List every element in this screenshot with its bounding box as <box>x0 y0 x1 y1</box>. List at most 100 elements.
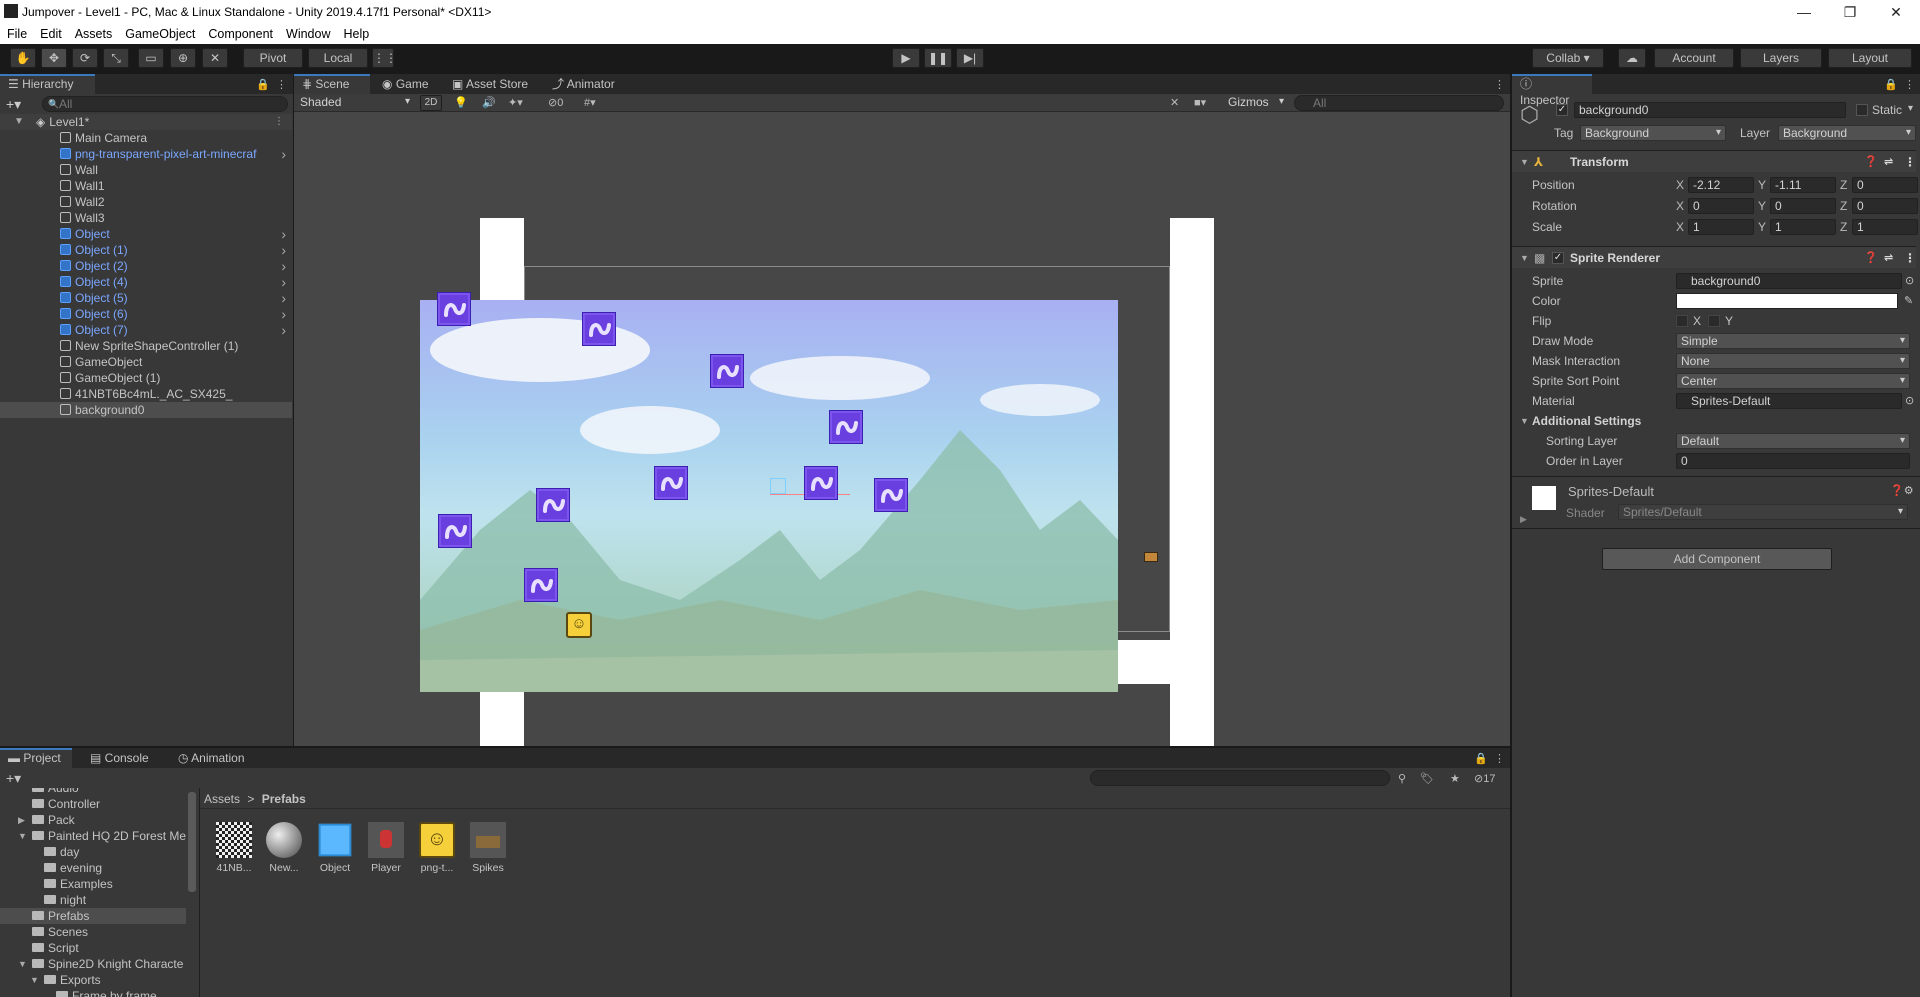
preset-icon[interactable]: ⇌ <box>1884 151 1893 173</box>
position-y-field[interactable]: -1.11 <box>1770 177 1836 193</box>
menu-component[interactable]: Component <box>208 27 273 41</box>
object-sprite-icon[interactable] <box>874 478 908 512</box>
expand-arrow-icon[interactable]: ▼ <box>18 956 27 972</box>
gizmos-dropdown[interactable]: Gizmos <box>1224 95 1288 111</box>
custom-tool-icon[interactable]: ✕ <box>202 48 228 68</box>
maximize-button[interactable]: ❐ <box>1830 2 1870 22</box>
sprite-renderer-header[interactable]: ▼ ▩ ✓ Sprite Renderer ❓ ⇌ ⋮ <box>1512 246 1916 268</box>
menu-window[interactable]: Window <box>286 27 330 41</box>
tools-icon[interactable]: ✕ <box>1170 96 1179 109</box>
folder-item[interactable]: Scenes <box>0 924 186 940</box>
tab-animation[interactable]: ◷ Animation <box>170 748 260 768</box>
sprite-field[interactable]: background0 <box>1676 273 1902 289</box>
object-sprite-icon[interactable] <box>710 354 744 388</box>
asset-object[interactable]: Object <box>313 822 357 874</box>
sprite-renderer-enabled-checkbox[interactable]: ✓ <box>1552 252 1564 264</box>
rotation-x-field[interactable]: 0 <box>1688 198 1754 214</box>
hierarchy-item[interactable]: background0 <box>0 402 292 418</box>
menu-edit[interactable]: Edit <box>40 27 62 41</box>
tree-scrollbar[interactable] <box>188 792 196 892</box>
hierarchy-item[interactable]: GameObject (1) <box>0 370 292 386</box>
static-dropdown-icon[interactable]: ▾ <box>1908 103 1913 114</box>
expand-arrow-icon[interactable]: › <box>281 226 286 242</box>
object-sprite-icon[interactable] <box>582 312 616 346</box>
scene-root-row[interactable]: ▼ ◈ Level1* ⋮ <box>0 114 292 130</box>
project-menu-icon[interactable]: ⋮ <box>1494 752 1505 765</box>
tab-asset-store[interactable]: ▣ Asset Store <box>444 74 540 94</box>
asset-player[interactable]: Player <box>364 822 408 874</box>
collapse-arrow-icon[interactable]: ▼ <box>1520 412 1529 430</box>
draw-mode-dropdown[interactable]: Simple <box>1676 333 1910 349</box>
tab-game[interactable]: ◉ Game <box>374 74 440 94</box>
preset-icon[interactable]: ⇌ <box>1884 247 1893 269</box>
hierarchy-item[interactable]: Wall3 <box>0 210 292 226</box>
flip-x-checkbox[interactable] <box>1676 315 1688 327</box>
add-component-button[interactable]: Add Component <box>1602 548 1832 570</box>
effects-icon[interactable]: ✦▾ <box>508 96 523 109</box>
folder-item[interactable]: evening <box>0 860 186 876</box>
hierarchy-item[interactable]: Wall1 <box>0 178 292 194</box>
expand-arrow-icon[interactable]: › <box>281 146 286 162</box>
hidden-objects-icon[interactable]: ⊘0 <box>548 96 563 109</box>
layout-dropdown[interactable]: Layout <box>1828 48 1912 68</box>
breadcrumb-prefabs[interactable]: Prefabs <box>262 792 306 806</box>
transform-tool-icon[interactable]: ⊕ <box>170 48 196 68</box>
menu-assets[interactable]: Assets <box>75 27 113 41</box>
tab-hierarchy[interactable]: ☰ Hierarchy <box>0 74 95 94</box>
hand-tool-icon[interactable]: ✋ <box>10 48 36 68</box>
tab-console[interactable]: ▤ Console <box>82 748 162 768</box>
grid-icon[interactable]: #▾ <box>584 96 596 109</box>
lock-icon[interactable]: 🔒 <box>256 78 270 91</box>
favorite-star-icon[interactable]: ★ <box>1450 772 1460 785</box>
shader-dropdown[interactable]: Sprites/Default <box>1618 504 1908 520</box>
transform-header[interactable]: ▼ ⅄ Transform ❓ ⇌ ⋮ <box>1512 150 1916 172</box>
folder-item[interactable]: ▼ Spine2D Knight Characte <box>0 956 186 972</box>
folder-item[interactable]: ▼ Exports <box>0 972 186 988</box>
local-toggle[interactable]: Local <box>308 48 368 68</box>
position-z-field[interactable]: 0 <box>1852 177 1918 193</box>
layers-dropdown[interactable]: Layers <box>1740 48 1822 68</box>
folder-item[interactable]: Examples <box>0 876 186 892</box>
position-x-field[interactable]: -2.12 <box>1688 177 1754 193</box>
project-create-plus-icon[interactable]: +▾ <box>6 770 21 787</box>
object-sprite-icon[interactable] <box>829 410 863 444</box>
additional-settings-row[interactable]: ▼ Additional Settings <box>1512 412 1916 430</box>
folder-item[interactable]: Prefabs <box>0 908 186 924</box>
folder-item[interactable]: day <box>0 844 186 860</box>
tab-animator[interactable]: ⤴ Animator <box>544 74 628 94</box>
shading-dropdown[interactable]: Shaded <box>296 95 414 111</box>
asset-spikes[interactable]: Spikes <box>466 822 510 874</box>
tab-project[interactable]: ▬ Project <box>0 748 72 768</box>
menu-help[interactable]: Help <box>343 27 369 41</box>
tab-inspector[interactable]: ⓘ Inspector <box>1512 74 1592 107</box>
hierarchy-item[interactable]: 41NBT6Bc4mL._AC_SX425_ <box>0 386 292 402</box>
hierarchy-item[interactable]: GameObject <box>0 354 292 370</box>
audio-icon[interactable]: 🔊 <box>482 96 496 109</box>
expand-arrow-icon[interactable]: › <box>281 290 286 306</box>
expand-arrow-icon[interactable]: › <box>281 242 286 258</box>
expand-arrow-icon[interactable]: › <box>281 258 286 274</box>
pivot-toggle[interactable]: Pivot <box>243 48 303 68</box>
object-sprite-icon[interactable] <box>438 514 472 548</box>
wall-right[interactable] <box>1170 218 1214 746</box>
rotation-y-field[interactable]: 0 <box>1770 198 1836 214</box>
scene-search-input[interactable]: All <box>1294 95 1504 111</box>
hierarchy-item[interactable]: Object (4) › <box>0 274 292 290</box>
asset-41nb[interactable]: 41NB... <box>212 822 256 874</box>
scale-x-field[interactable]: 1 <box>1688 219 1754 235</box>
menu-gameobject[interactable]: GameObject <box>125 27 195 41</box>
mask-interaction-dropdown[interactable]: None <box>1676 353 1910 369</box>
order-in-layer-field[interactable]: 0 <box>1676 453 1910 469</box>
material-field[interactable]: Sprites-Default <box>1676 393 1902 409</box>
hierarchy-item[interactable]: png-transparent-pixel-art-minecraf › <box>0 146 292 162</box>
sort-point-dropdown[interactable]: Center <box>1676 373 1910 389</box>
folder-item[interactable]: Frame by frame <box>0 988 186 997</box>
move-tool-icon[interactable]: ✥ <box>41 48 67 68</box>
hidden-packages-icon[interactable]: ⊘17 <box>1474 772 1495 785</box>
cloud-icon[interactable]: ☁ <box>1618 48 1646 68</box>
object-sprite-icon[interactable] <box>804 466 838 500</box>
spikes-icon[interactable] <box>1144 552 1158 562</box>
collapse-arrow-icon[interactable]: ▼ <box>1520 151 1529 173</box>
player-smiley-icon[interactable]: ☺ <box>566 612 592 638</box>
hierarchy-item[interactable]: Object (7) › <box>0 322 292 338</box>
